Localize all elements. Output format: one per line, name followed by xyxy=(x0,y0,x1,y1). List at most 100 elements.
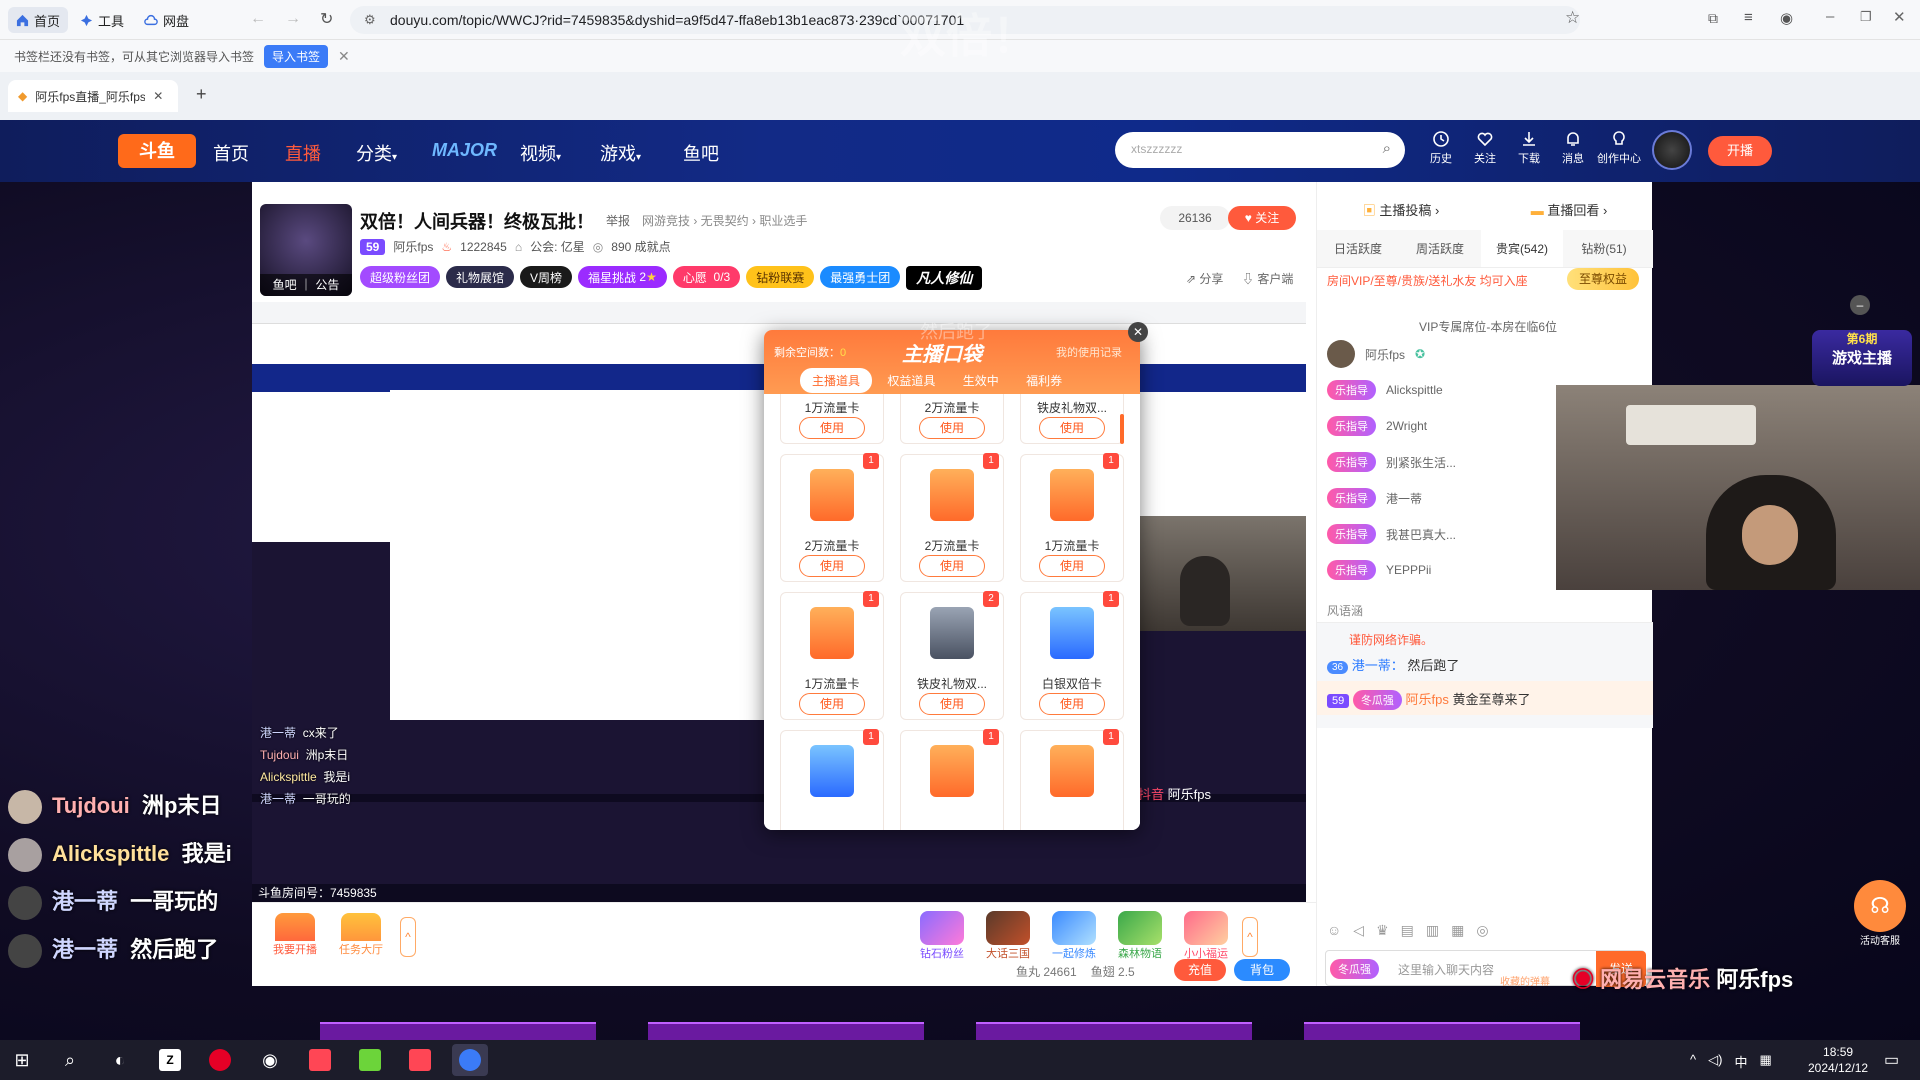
collected-danmu[interactable]: 收藏的弹幕 xyxy=(1500,973,1550,988)
gift-item[interactable]: 一起修炼 xyxy=(1044,911,1104,961)
megaphone-icon[interactable]: ◁ xyxy=(1353,922,1364,939)
super-fan-badge[interactable]: 超级粉丝团 xyxy=(360,266,441,288)
scrollbar[interactable] xyxy=(1120,414,1124,444)
lucky-challenge-badge[interactable]: 福星挑战 2 ★ xyxy=(578,266,667,288)
minimize-icon[interactable]: – xyxy=(1826,8,1834,25)
tool-icon[interactable]: ▥ xyxy=(1426,922,1439,939)
task-hall-entry[interactable]: 任务大厅 xyxy=(334,913,388,957)
bookmark-star-icon[interactable]: ☆ xyxy=(1565,8,1580,28)
nav-major[interactable]: MAJOR xyxy=(432,140,497,161)
gift-item[interactable]: 大话三国 xyxy=(978,911,1038,961)
keyboard-icon[interactable]: ▦ xyxy=(1759,1052,1771,1071)
back-icon[interactable]: ← xyxy=(250,10,266,28)
client-button[interactable]: ⇩ 客户端 xyxy=(1242,270,1293,287)
report-link[interactable]: 举报 xyxy=(606,212,630,229)
browser-app-icon[interactable] xyxy=(452,1044,488,1076)
collapse-icon[interactable]: – xyxy=(1850,295,1870,315)
kook-icon[interactable] xyxy=(352,1044,388,1076)
chat-input[interactable]: 这里输入聊天内容 xyxy=(1398,961,1494,978)
browser-home-button[interactable]: 首页 xyxy=(8,7,69,33)
close-icon[interactable]: ✕ xyxy=(338,48,350,65)
share-button[interactable]: ⇗ 分享 xyxy=(1186,270,1223,287)
reload-icon[interactable]: ↻ xyxy=(320,9,333,29)
chat-user[interactable]: 港一蒂： xyxy=(1352,658,1404,673)
achievement-points[interactable]: 890 成就点 xyxy=(611,238,670,255)
search-icon[interactable]: ⌕ xyxy=(52,1044,88,1076)
windows-start-icon[interactable]: ⊞ xyxy=(4,1044,40,1076)
wish-badge[interactable]: 心愿 0/3 xyxy=(672,266,741,288)
tab-daily-activity[interactable]: 日活跃度 xyxy=(1317,230,1399,267)
restore-icon[interactable]: ❐ xyxy=(1860,9,1872,25)
guild-label[interactable]: 公会: 亿星 xyxy=(530,238,585,255)
menu-lines-icon[interactable]: ≡ xyxy=(1744,9,1753,26)
header-download[interactable]: 下载 xyxy=(1509,130,1549,166)
site-settings-icon[interactable]: ⚙ xyxy=(364,12,376,28)
supreme-rights-button[interactable]: 至尊权益 xyxy=(1567,268,1639,290)
streamer-name[interactable]: 阿乐fps xyxy=(393,238,433,255)
tab-close-icon[interactable]: ✕ xyxy=(153,89,163,103)
use-button[interactable]: 使用 xyxy=(1039,555,1105,577)
use-button[interactable]: 使用 xyxy=(799,417,865,439)
use-button[interactable]: 使用 xyxy=(919,555,985,577)
usage-history-link[interactable]: 我的使用记录 xyxy=(1056,344,1122,360)
profile-icon[interactable]: ◉ xyxy=(1780,9,1793,27)
tab-coupons[interactable]: 福利券 xyxy=(1014,368,1074,393)
start-live-entry[interactable]: 我要开播 xyxy=(270,913,320,957)
crown-icon[interactable]: ♛ xyxy=(1376,922,1389,939)
nav-fishbar[interactable]: 鱼吧 xyxy=(683,140,719,166)
browser-tab-active[interactable]: ◆ 阿乐fps直播_阿乐fps ✕ xyxy=(8,80,178,112)
header-creator[interactable]: 创作中心 xyxy=(1597,130,1641,166)
nav-home[interactable]: 首页 xyxy=(213,140,249,166)
gift-item[interactable]: 钻石粉丝 xyxy=(912,911,972,961)
event-logo[interactable]: 凡人修仙 xyxy=(906,266,983,290)
nav-live[interactable]: 直播 xyxy=(285,140,321,166)
new-tab-icon[interactable]: + xyxy=(196,84,207,105)
use-button[interactable]: 使用 xyxy=(799,555,865,577)
diamond-league-badge[interactable]: 钻粉联赛 xyxy=(746,266,815,288)
use-button[interactable]: 使用 xyxy=(919,693,985,715)
ime-indicator[interactable]: 中 xyxy=(1734,1052,1747,1071)
obs-icon[interactable]: ◉ xyxy=(252,1044,288,1076)
start-live-button[interactable]: 开播 xyxy=(1708,136,1772,166)
event-banner[interactable]: 第6期 游戏主播 xyxy=(1812,330,1912,386)
tab-vip[interactable]: 贵宾(542) xyxy=(1481,230,1563,267)
tab-rights-props[interactable]: 权益道具 xyxy=(875,368,947,393)
close-window-icon[interactable]: ✕ xyxy=(1893,8,1906,26)
import-bookmarks-button[interactable]: 导入书签 xyxy=(264,44,329,68)
vip-row[interactable]: 阿乐fps ✪ xyxy=(1317,336,1653,372)
tab-diamond-fans[interactable]: 钻粉(51) xyxy=(1563,230,1645,267)
search-icon[interactable]: ⌕ xyxy=(1383,140,1391,157)
welcome-user[interactable]: 阿乐fps xyxy=(1406,692,1449,707)
tab-active-effects[interactable]: 生效中 xyxy=(951,368,1011,393)
nav-games[interactable]: 游戏▾ xyxy=(600,140,641,166)
avatar-caption[interactable]: 鱼吧 ｜ 公告 xyxy=(260,274,352,296)
expand-up-icon[interactable]: ^ xyxy=(400,917,416,957)
header-message[interactable]: 消息 xyxy=(1553,130,1593,166)
valorant-icon[interactable] xyxy=(402,1044,438,1076)
emoji-icon[interactable]: ☺ xyxy=(1327,922,1341,939)
v-week-badge[interactable]: V周榜 xyxy=(520,266,573,288)
use-button[interactable]: 使用 xyxy=(919,417,985,439)
nav-video[interactable]: 视频▾ xyxy=(520,140,561,166)
forward-icon[interactable]: → xyxy=(285,10,301,28)
tray-expand-icon[interactable]: ^ xyxy=(1690,1052,1696,1071)
warrior-team-badge[interactable]: 最强勇士团 xyxy=(820,266,901,288)
tool-icon[interactable]: ◎ xyxy=(1476,922,1488,939)
nav-category[interactable]: 分类▾ xyxy=(356,140,397,166)
gift-hall-badge[interactable]: 礼物展馆 xyxy=(446,266,515,288)
volume-icon[interactable]: ◁) xyxy=(1708,1052,1722,1071)
anchor-submit-link[interactable]: ▣ 主播投稿 › xyxy=(1363,200,1440,219)
gift-item[interactable]: 森林物语 xyxy=(1110,911,1170,961)
input-fan-badge[interactable]: 冬瓜强 xyxy=(1330,959,1379,979)
expand-up-icon[interactable]: ^ xyxy=(1242,917,1258,957)
replay-link[interactable]: ▬ 直播回看 › xyxy=(1531,200,1608,219)
close-modal-icon[interactable]: ✕ xyxy=(1128,322,1148,342)
use-button[interactable]: 使用 xyxy=(1039,417,1105,439)
user-avatar[interactable] xyxy=(1652,130,1692,170)
streamer-avatar[interactable]: 鱼吧 ｜ 公告 xyxy=(260,204,352,296)
douyu-logo[interactable]: 斗鱼 xyxy=(118,134,196,168)
z-app-icon[interactable]: Z xyxy=(152,1044,188,1076)
use-button[interactable]: 使用 xyxy=(1039,693,1105,715)
browser-drive-button[interactable]: 网盘 xyxy=(136,7,197,33)
gift-item[interactable]: 小小福运 xyxy=(1176,911,1236,961)
